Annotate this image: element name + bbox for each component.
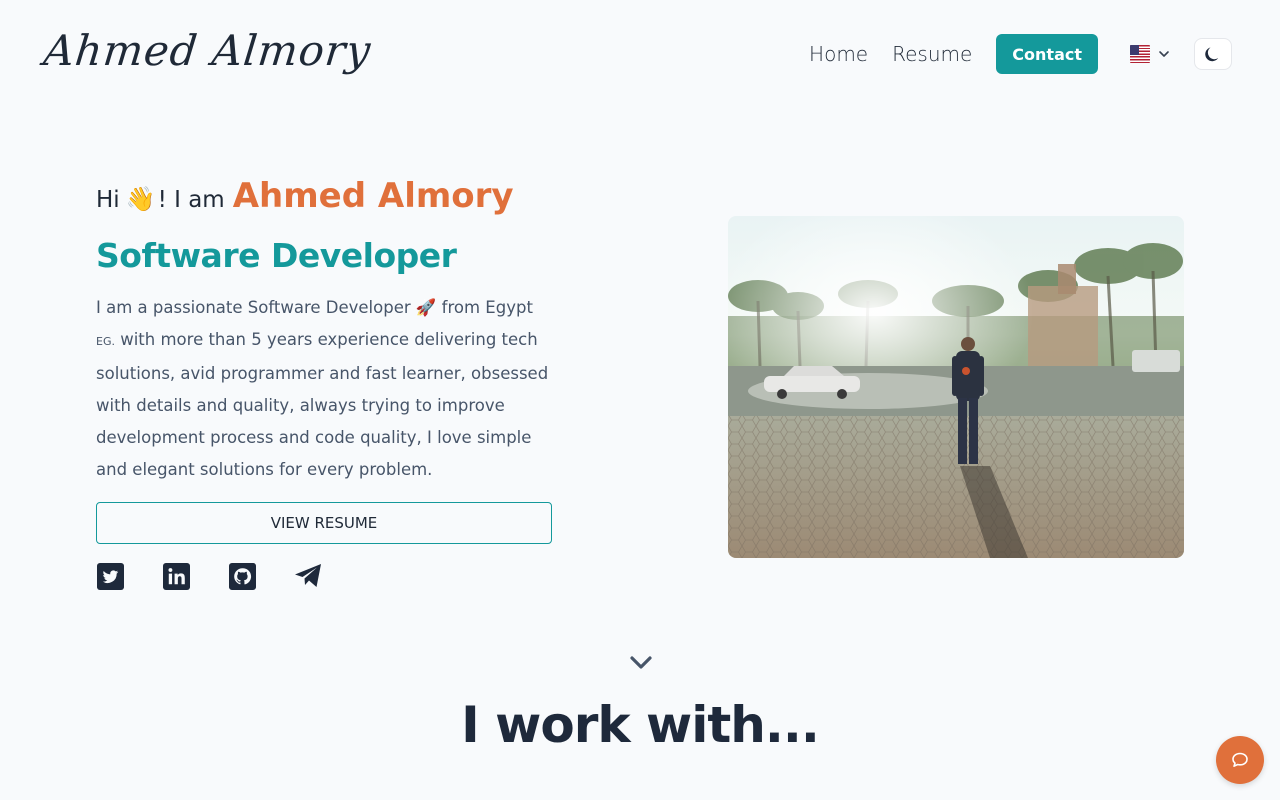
nav-resume[interactable]: Resume	[892, 42, 972, 66]
github-icon	[228, 562, 256, 590]
wave-emoji: 👋	[125, 185, 156, 213]
greeting: Hi 👋 ! I am Ahmed Almory	[96, 176, 556, 230]
greeting-hi: Hi	[96, 187, 120, 213]
bio-text-1: I am a passionate Software Developer 🚀 f…	[96, 298, 533, 317]
linkedin-link[interactable]	[162, 562, 190, 590]
contact-button[interactable]: Contact	[996, 34, 1098, 74]
greeting-rest: ! I am	[157, 187, 225, 213]
site-header: Ahmed Almory Home Resume Contact	[0, 0, 1280, 104]
hero-bio: I am a passionate Software Developer 🚀 f…	[96, 292, 556, 486]
linkedin-icon	[162, 562, 190, 590]
telegram-icon	[295, 564, 321, 587]
bio-text-2: with more than 5 years experience delive…	[96, 330, 549, 479]
github-link[interactable]	[228, 562, 256, 590]
chat-button[interactable]	[1216, 736, 1264, 784]
hero-name: Ahmed Almory	[232, 176, 514, 216]
twitter-link[interactable]	[96, 562, 124, 590]
hero-intro: Hi 👋 ! I am Ahmed Almory Software Develo…	[96, 176, 556, 590]
chat-bubble-icon	[1232, 752, 1248, 767]
theme-toggle-button[interactable]	[1194, 38, 1232, 70]
telegram-link[interactable]	[294, 562, 322, 590]
twitter-icon	[96, 562, 124, 590]
view-resume-button[interactable]: VIEW RESUME	[96, 502, 552, 544]
nav-home[interactable]: Home	[809, 42, 868, 66]
moon-icon	[1205, 47, 1219, 62]
main-nav: Home Resume Contact	[809, 34, 1232, 74]
chevron-down-icon	[1159, 51, 1169, 57]
social-links	[96, 562, 556, 590]
language-selector[interactable]	[1130, 45, 1170, 63]
profile-photo	[728, 216, 1184, 558]
section-title: I work with...	[461, 696, 820, 754]
hero-role: Software Developer	[96, 236, 457, 275]
scroll-down-chevron-icon[interactable]	[629, 655, 653, 671]
logo[interactable]: Ahmed Almory	[41, 26, 373, 75]
us-flag-icon	[1130, 45, 1150, 63]
bio-country-code: EG.	[96, 335, 115, 348]
